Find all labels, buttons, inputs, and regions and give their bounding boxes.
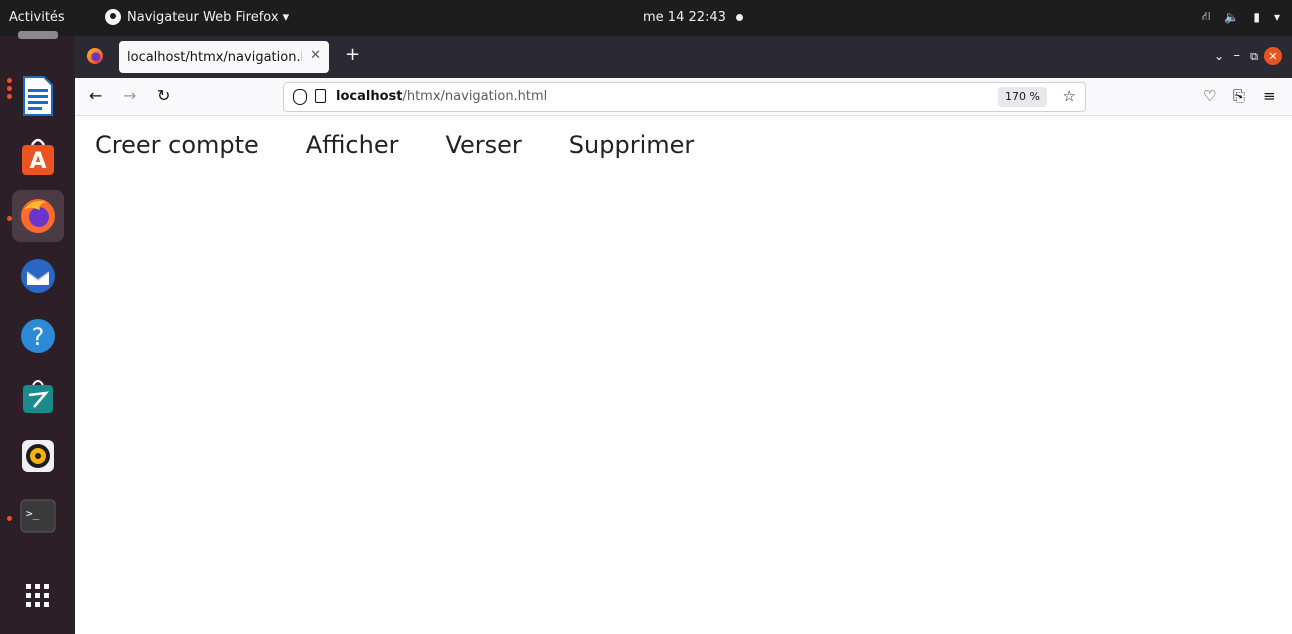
bookmark-star-icon[interactable]: ☆ bbox=[1063, 87, 1076, 105]
dock-item-software[interactable] bbox=[12, 370, 64, 422]
page-nav: Creer compte Afficher Verser Supprimer bbox=[95, 131, 741, 159]
navigation-toolbar: ← → ↻ localhost/htmx/navigation.html 170… bbox=[75, 78, 1292, 116]
page-content: Creer compte Afficher Verser Supprimer bbox=[75, 117, 1292, 634]
clock-label: me 14 22:43 bbox=[643, 10, 726, 25]
back-icon[interactable]: ← bbox=[89, 88, 102, 104]
minimize-icon[interactable]: – bbox=[1234, 48, 1241, 63]
dock: A ? >_ bbox=[0, 31, 75, 634]
show-apps-icon bbox=[26, 584, 49, 607]
dock-item-app-store[interactable]: A bbox=[12, 130, 64, 182]
volume-icon: 🔈 bbox=[1224, 10, 1240, 24]
app-menu[interactable]: Navigateur Web Firefox ▾ bbox=[105, 9, 289, 25]
partial-app-icon bbox=[18, 31, 58, 39]
svg-text:?: ? bbox=[32, 323, 45, 351]
system-tray[interactable]: ⛙ 🔈 ▮ ▾ bbox=[1202, 9, 1280, 25]
firefox-icon bbox=[21, 199, 55, 233]
nav-link-verser[interactable]: Verser bbox=[445, 131, 521, 159]
dock-item-terminal[interactable]: >_ bbox=[12, 490, 64, 542]
dock-item-show-apps[interactable] bbox=[12, 570, 64, 622]
tracking-protection-icon[interactable] bbox=[293, 89, 307, 105]
zoom-level-button[interactable]: 170 % bbox=[998, 87, 1047, 107]
page-info-icon[interactable] bbox=[315, 89, 326, 103]
thunderbird-icon bbox=[21, 259, 55, 293]
tab-bar: localhost/htmx/navigation.h ✕ + ⌄ – ⧉ ✕ bbox=[75, 36, 1292, 78]
url-host: localhost bbox=[336, 89, 403, 104]
url-bar[interactable]: localhost/htmx/navigation.html 170 % ☆ bbox=[283, 82, 1086, 112]
svg-text:A: A bbox=[29, 149, 46, 174]
dock-item-top-partial[interactable] bbox=[12, 26, 64, 46]
battery-icon: ▮ bbox=[1253, 10, 1260, 24]
firefox-app-icon bbox=[105, 9, 121, 25]
pocket-icon[interactable]: ♡ bbox=[1203, 87, 1216, 105]
tab-close-icon[interactable]: ✕ bbox=[310, 48, 321, 63]
tab-active[interactable]: localhost/htmx/navigation.h ✕ bbox=[119, 41, 329, 73]
activities-button[interactable]: Activités bbox=[9, 10, 65, 25]
app-menu-label: Navigateur Web Firefox ▾ bbox=[127, 9, 290, 25]
network-icon: ⛙ bbox=[1201, 9, 1211, 23]
system-top-bar: Activités Navigateur Web Firefox ▾ me 14… bbox=[0, 0, 1292, 36]
dock-item-rhythmbox[interactable] bbox=[12, 430, 64, 482]
url-path: /htmx/navigation.html bbox=[402, 89, 548, 104]
nav-link-supprimer[interactable]: Supprimer bbox=[569, 131, 694, 159]
dock-item-help[interactable]: ? bbox=[12, 310, 64, 362]
new-tab-button[interactable]: + bbox=[345, 46, 360, 64]
clock[interactable]: me 14 22:43 bbox=[643, 10, 743, 25]
restore-icon[interactable]: ⧉ bbox=[1250, 50, 1258, 64]
system-menu-arrow-icon: ▾ bbox=[1273, 10, 1280, 24]
nav-link-creer-compte[interactable]: Creer compte bbox=[95, 131, 259, 159]
svg-text:>_: >_ bbox=[26, 507, 40, 520]
rhythmbox-icon bbox=[22, 440, 54, 472]
window-close-icon[interactable]: ✕ bbox=[1264, 47, 1282, 65]
extensions-icon[interactable]: ⎘ bbox=[1233, 87, 1245, 105]
firefox-view-icon[interactable] bbox=[87, 48, 103, 64]
libreoffice-writer-icon bbox=[23, 76, 53, 116]
list-all-tabs-icon[interactable]: ⌄ bbox=[1214, 49, 1224, 63]
menu-icon[interactable]: ≡ bbox=[1263, 87, 1276, 105]
dock-item-writer[interactable] bbox=[12, 70, 64, 122]
dock-item-thunderbird[interactable] bbox=[12, 250, 64, 302]
tab-title: localhost/htmx/navigation.h bbox=[127, 49, 302, 65]
terminal-icon: >_ bbox=[20, 499, 56, 533]
forward-icon[interactable]: → bbox=[123, 88, 136, 104]
notification-dot-icon bbox=[735, 14, 743, 21]
help-icon: ? bbox=[21, 319, 55, 353]
software-icon bbox=[23, 380, 53, 413]
url-text[interactable]: localhost/htmx/navigation.html bbox=[336, 89, 547, 104]
browser-window: localhost/htmx/navigation.h ✕ + ⌄ – ⧉ ✕ … bbox=[75, 36, 1292, 634]
nav-link-afficher[interactable]: Afficher bbox=[306, 131, 399, 159]
reload-icon[interactable]: ↻ bbox=[157, 88, 170, 104]
app-store-icon: A bbox=[22, 138, 54, 175]
dock-item-firefox[interactable] bbox=[12, 190, 64, 242]
